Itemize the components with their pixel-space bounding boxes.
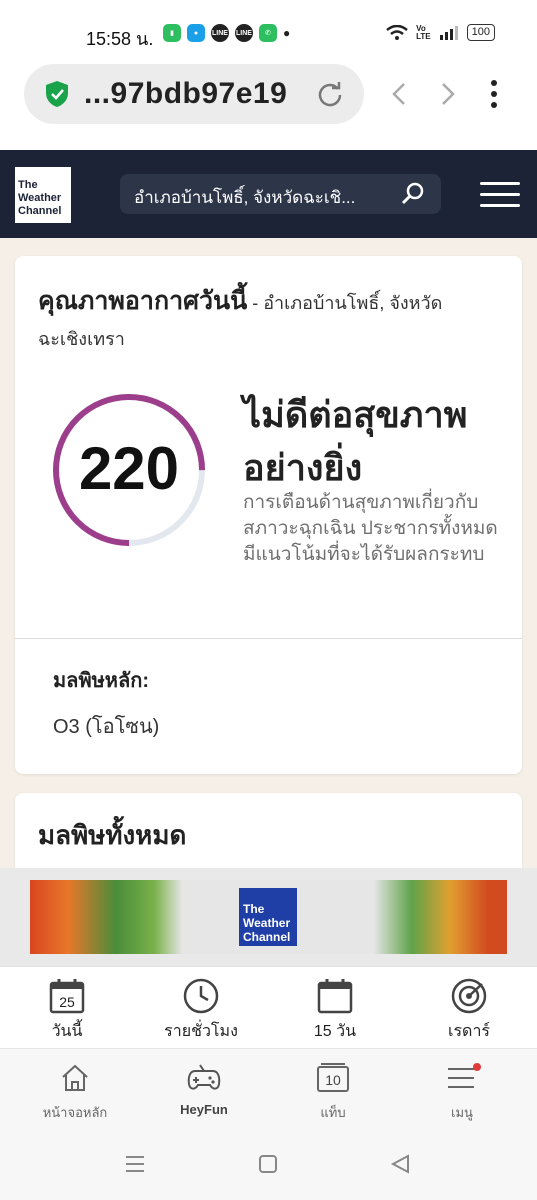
more-options-icon[interactable]: [484, 78, 504, 110]
nav-label: แท็บ: [320, 1105, 346, 1120]
nav-label: หน้าจอหลัก: [42, 1105, 108, 1120]
status-right: Vo LTE 100: [386, 24, 495, 41]
tab-label: 15 วัน: [313, 1023, 357, 1040]
aqi-value: 220: [78, 435, 180, 502]
tab-hourly[interactable]: รายชั่วโมง: [134, 977, 268, 1044]
nav-label: เมนู: [451, 1105, 473, 1120]
nav-label: HeyFun: [180, 1102, 228, 1117]
calendar-icon: [268, 977, 402, 1015]
radar-icon: [402, 977, 536, 1015]
app-notification-icon: ●: [187, 24, 205, 42]
status-time: 15:58 น.: [86, 29, 154, 49]
tabs-icon: 10: [317, 1063, 349, 1092]
calendar-day: 25: [59, 994, 75, 1010]
ad-banner[interactable]: The Weather Channel: [0, 868, 537, 966]
home-icon: [62, 1064, 88, 1091]
battery-icon: 100: [466, 24, 495, 41]
primary-pollutant-label: มลพิษหลัก:: [53, 670, 150, 692]
calendar-icon: 25: [0, 977, 134, 1015]
primary-pollutant-value: O3 (โอโซน): [53, 716, 160, 738]
notification-dot: [473, 1063, 481, 1071]
line-icon: LINE: [211, 24, 229, 42]
nav-menu[interactable]: เมนู: [395, 1063, 529, 1123]
shield-icon: [46, 81, 68, 107]
back-button-icon[interactable]: [390, 1154, 410, 1174]
recents-icon[interactable]: [124, 1154, 146, 1174]
tab-label: เรดาร์: [447, 1023, 491, 1040]
phone-icon: ✆: [259, 24, 277, 42]
tab-label: วันนี้: [51, 1023, 83, 1040]
url-text[interactable]: ...97bdb97e19: [84, 77, 287, 111]
tab-radar[interactable]: เรดาร์: [402, 977, 536, 1044]
aqi-description: การเตือนด้านสุขภาพเกี่ยวกับสภาวะฉุกเฉิน …: [243, 492, 498, 565]
notification-icons: ▮ ● LINE LINE ✆ ●: [163, 24, 290, 42]
site-header: The Weather Channel อำเภอบ้านโพธิ์, จังห…: [0, 150, 537, 238]
tab-label: รายชั่วโมง: [164, 1023, 238, 1040]
browser-toolbar: ...97bdb97e19: [0, 64, 537, 150]
tab-count: 10: [325, 1072, 341, 1088]
nav-home[interactable]: หน้าจอหลัก: [8, 1063, 142, 1123]
search-location-text[interactable]: อำเภอบ้านโพธิ์, จังหวัดฉะเชิ...: [134, 184, 394, 211]
gamepad-icon: [187, 1064, 221, 1090]
system-nav-bar: [0, 1128, 537, 1200]
aqi-category: ไม่ดีต่อสุขภาพอย่างยิ่ง: [243, 394, 468, 488]
nav-heyfun[interactable]: HeyFun: [137, 1063, 271, 1117]
more-dot-icon: ●: [283, 26, 291, 40]
tab-today[interactable]: 25 วันนี้: [0, 977, 134, 1044]
clock-icon: [134, 977, 268, 1015]
menu-icon: [448, 1063, 481, 1088]
forecast-tabs: 25 วันนี้ รายชั่วโมง 15 วัน เรดาร์: [0, 966, 537, 1048]
reload-icon[interactable]: [316, 80, 344, 108]
site-logo[interactable]: The Weather Channel: [15, 167, 71, 223]
divider: [15, 638, 522, 639]
back-icon[interactable]: [388, 80, 412, 108]
card-title: คุณภาพอากาศวันนี้: [38, 287, 248, 315]
card-heading: คุณภาพอากาศวันนี้ - อำเภอบ้านโพธิ์, จังห…: [38, 284, 508, 358]
location-search[interactable]: อำเภอบ้านโพธิ์, จังหวัดฉะเชิ...: [120, 174, 441, 214]
line-icon: LINE: [235, 24, 253, 42]
search-icon[interactable]: [401, 182, 425, 206]
ad-logo: The Weather Channel: [239, 888, 297, 946]
air-quality-card: คุณภาพอากาศวันนี้ - อำเภอบ้านโพธิ์, จังห…: [15, 256, 522, 774]
app-notification-icon: ▮: [163, 24, 181, 42]
wifi-icon: [386, 24, 408, 40]
status-bar: 15:58 น. ▮ ● LINE LINE ✆ ● Vo LTE 100: [0, 0, 537, 64]
volte-icon: Vo LTE: [416, 23, 431, 41]
forward-icon[interactable]: [435, 80, 459, 108]
all-pollutants-title: มลพิษทั้งหมด: [38, 820, 187, 850]
browser-bottom-nav: หน้าจอหลัก HeyFun 10 แท็บ เมนู: [0, 1048, 537, 1128]
home-button-icon[interactable]: [258, 1154, 278, 1174]
signal-icon: [439, 25, 458, 40]
hamburger-menu-icon[interactable]: [480, 182, 520, 215]
nav-tabs[interactable]: 10 แท็บ: [266, 1063, 400, 1123]
url-bar[interactable]: ...97bdb97e19: [24, 64, 364, 124]
ad-image[interactable]: The Weather Channel: [30, 880, 507, 954]
tab-15-day[interactable]: 15 วัน: [268, 977, 402, 1044]
